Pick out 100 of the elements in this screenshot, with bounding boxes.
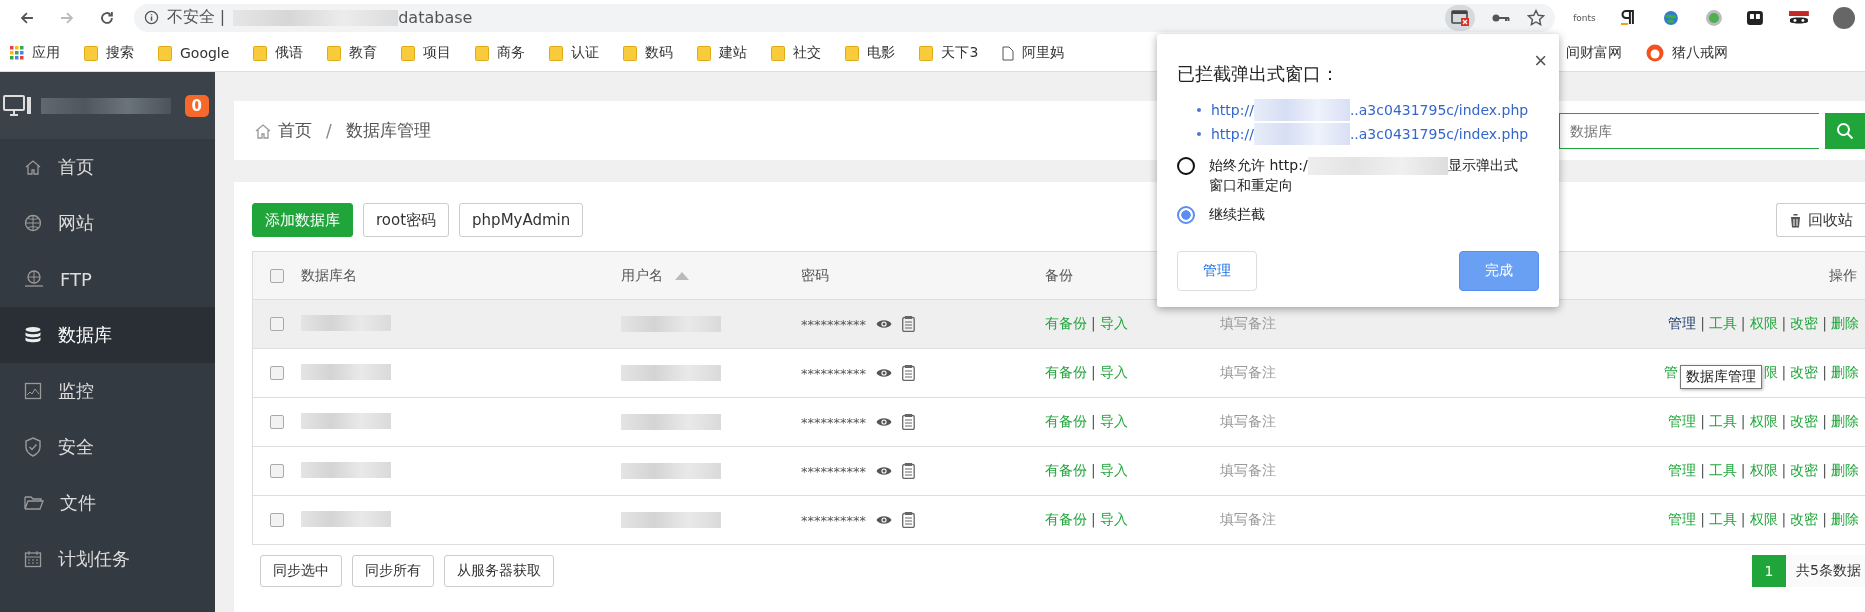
trash-icon bbox=[1789, 212, 1802, 228]
bookmark-item[interactable]: 商务 bbox=[475, 44, 526, 62]
info-icon[interactable] bbox=[143, 10, 159, 25]
sidebar-item[interactable]: FTP bbox=[0, 251, 215, 307]
bookmark-item[interactable]: 建站 bbox=[697, 44, 748, 62]
profile-avatar[interactable] bbox=[1833, 6, 1855, 29]
row-checkbox[interactable] bbox=[270, 317, 284, 331]
breadcrumb-link[interactable]: 首页 bbox=[278, 119, 312, 142]
action-link[interactable]: 管理 bbox=[1668, 315, 1697, 331]
bookmark-item[interactable]: Google bbox=[158, 45, 230, 61]
table-row[interactable]: ********** 有备份 | 导入 填写备注 管理 | 工具 | 权限 | 改密 | 删除 bbox=[253, 446, 1865, 495]
row-checkbox[interactable] bbox=[270, 415, 284, 429]
dialog-button[interactable]: 管理 bbox=[1177, 250, 1257, 291]
table-row[interactable]: ********** 有备份 | 导入 填写备注 管理 | 工具 | 权限 | 改密 | 删除 bbox=[253, 299, 1865, 348]
separator-text: | bbox=[1822, 511, 1827, 527]
reload-icon[interactable] bbox=[98, 9, 115, 26]
breadcrumb-link[interactable]: 数据库管理 bbox=[345, 119, 431, 142]
eye-icon[interactable] bbox=[876, 514, 892, 526]
toolbar-button[interactable]: root密码 bbox=[363, 203, 450, 237]
folder-icon bbox=[24, 495, 44, 511]
dialog-title: 已拦截弹出式窗口： bbox=[1177, 62, 1339, 86]
folder-icon bbox=[549, 45, 564, 61]
eye-icon[interactable] bbox=[876, 465, 892, 477]
popup-link[interactable]: http:// bbox=[1211, 126, 1254, 142]
search-button[interactable] bbox=[1825, 112, 1865, 149]
copy-icon[interactable] bbox=[902, 365, 915, 381]
separator-text: | bbox=[1091, 462, 1096, 478]
column-header[interactable]: 密码 bbox=[801, 266, 829, 285]
home-icon bbox=[24, 158, 42, 176]
bookmark-item[interactable]: 搜索 bbox=[84, 44, 134, 62]
table-row[interactable]: ********** 有备份 | 导入 填写备注 管 数据库管理 限 | 改密 | 删除 bbox=[253, 348, 1865, 397]
column-header[interactable]: 数据库名 bbox=[301, 266, 357, 283]
sidebar-item[interactable]: 数据库 bbox=[0, 307, 215, 363]
copy-icon[interactable] bbox=[902, 512, 915, 528]
folder-icon bbox=[697, 45, 712, 61]
column-header[interactable]: 备份 bbox=[1045, 266, 1073, 283]
sidebar-item[interactable]: 安全 bbox=[0, 419, 215, 475]
popup-link[interactable]: ..a3c0431795c/index.php bbox=[1349, 126, 1529, 142]
separator-text: | bbox=[1740, 413, 1746, 429]
eye-icon[interactable] bbox=[876, 416, 892, 428]
password-text: ********** bbox=[801, 316, 866, 332]
separator-text: | bbox=[1781, 413, 1787, 429]
bookmark-item[interactable]: 教育 bbox=[327, 44, 378, 62]
copy-icon[interactable] bbox=[902, 414, 915, 430]
row-checkbox[interactable] bbox=[270, 464, 284, 478]
calendar-icon bbox=[24, 550, 42, 568]
separator-text: | bbox=[1700, 315, 1705, 331]
sidebar-item[interactable]: 监控 bbox=[0, 363, 215, 419]
sidebar-item[interactable]: 网站 bbox=[0, 195, 215, 251]
circle-icon[interactable] bbox=[1703, 7, 1724, 28]
column-header[interactable]: 操作 bbox=[1829, 266, 1857, 283]
search-field[interactable]: 数据库 bbox=[1559, 112, 1819, 149]
folder-icon bbox=[327, 45, 342, 61]
copy-icon[interactable] bbox=[902, 316, 915, 332]
separator-text: | bbox=[1700, 413, 1705, 429]
bookmark-item[interactable]: 阿里妈 bbox=[1002, 44, 1065, 62]
star-icon[interactable] bbox=[1527, 8, 1546, 27]
folder-icon bbox=[919, 45, 934, 61]
table-row[interactable]: ********** 有备份 | 导入 填写备注 管理 | 工具 | 权限 | 改密 | 删除 bbox=[253, 495, 1865, 544]
extension-label[interactable]: fonts bbox=[1573, 12, 1596, 23]
bookmark-item[interactable]: 社交 bbox=[771, 44, 822, 62]
separator-text: | bbox=[1740, 462, 1746, 478]
eye-icon[interactable] bbox=[876, 367, 892, 379]
popup-link[interactable]: ..a3c0431795c/index.php bbox=[1349, 102, 1529, 118]
row-checkbox[interactable] bbox=[270, 366, 284, 380]
bookmark-item[interactable]: 猪八戒网 bbox=[1646, 44, 1729, 62]
row-checkbox[interactable] bbox=[270, 513, 284, 527]
bookmark-item[interactable]: 天下3 bbox=[919, 44, 979, 62]
column-header[interactable]: 用户名 bbox=[621, 266, 663, 285]
eye-icon[interactable] bbox=[876, 318, 892, 330]
tooltip: 数据库管理 bbox=[1679, 365, 1762, 389]
sync-button[interactable]: 同步所有 bbox=[352, 555, 434, 587]
close-button[interactable]: × bbox=[1534, 50, 1547, 72]
bookmark-item[interactable]: 数码 bbox=[623, 44, 674, 62]
recycle-bin-button[interactable]: 回收站 bbox=[1776, 203, 1865, 237]
option-label[interactable]: 始终允许 http:/ 显示弹出式窗口和重定向 bbox=[1209, 156, 1529, 196]
select-all-checkbox[interactable] bbox=[270, 268, 284, 283]
sync-button[interactable]: 从服务器获取 bbox=[444, 555, 554, 587]
page-icon bbox=[1002, 45, 1015, 61]
bookmark-item[interactable]: 电影 bbox=[845, 44, 896, 62]
bookmark-item[interactable]: 俄语 bbox=[253, 44, 304, 62]
bookmark-item[interactable]: 认证 bbox=[549, 44, 600, 62]
sidebar-item[interactable]: 文件 bbox=[0, 475, 215, 531]
sidebar-item[interactable]: 计划任务 bbox=[0, 531, 215, 587]
bookmark-item[interactable]: 项目 bbox=[401, 44, 452, 62]
popup-link[interactable]: http:// bbox=[1211, 102, 1254, 118]
popup-blocked-icon[interactable] bbox=[1445, 4, 1476, 31]
separator-text: | bbox=[1822, 413, 1827, 429]
radio-button[interactable] bbox=[1177, 206, 1195, 225]
table-row[interactable]: ********** 有备份 | 导入 填写备注 管理 | 工具 | 权限 | 改密 | 删除 bbox=[253, 397, 1865, 446]
sync-button[interactable]: 同步选中 bbox=[260, 555, 342, 587]
address-bar[interactable]: 不安全 | database bbox=[133, 3, 1556, 32]
radio-button[interactable] bbox=[1177, 157, 1195, 175]
toolbar-button[interactable]: phpMyAdmin bbox=[459, 203, 584, 237]
separator-text: | bbox=[1700, 511, 1705, 527]
copy-icon[interactable] bbox=[902, 463, 915, 479]
sidebar-item[interactable]: 首页 bbox=[0, 139, 215, 195]
bookmark-item[interactable]: 应用 bbox=[10, 44, 60, 62]
bookmark-item[interactable]: 间财富网 bbox=[1566, 44, 1623, 62]
option-label[interactable]: 继续拦截 bbox=[1209, 205, 1529, 225]
